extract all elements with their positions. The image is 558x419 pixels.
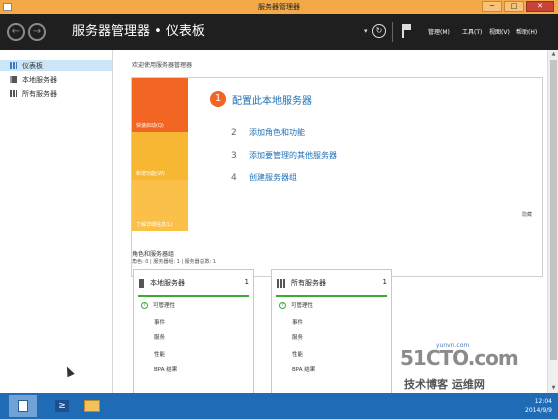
card-count: 1 bbox=[382, 278, 387, 286]
card-row-performance[interactable]: 性能 bbox=[154, 350, 165, 358]
step-configure-local-server[interactable]: 1 配置此本地服务器 bbox=[210, 91, 312, 107]
taskbar-clock[interactable]: 12:04 2014/9/9 bbox=[525, 397, 552, 415]
server-manager-icon bbox=[18, 400, 28, 412]
tile-label: 新增功能(W) bbox=[136, 171, 165, 177]
step-link[interactable]: 添加要管理的其他服务器 bbox=[249, 150, 337, 161]
step-link[interactable]: 配置此本地服务器 bbox=[232, 92, 312, 107]
menu-view[interactable]: 视图(V) bbox=[489, 27, 510, 36]
sidebar-item-dashboard[interactable]: 仪表板 bbox=[0, 60, 112, 71]
menu-help[interactable]: 帮助(H) bbox=[516, 27, 537, 36]
watermark-logo: 51CTO.com bbox=[400, 346, 519, 370]
window-title-bar[interactable]: 服务器管理器 ─ □ ✕ bbox=[0, 0, 558, 14]
card-all-servers[interactable]: 所有服务器 1 ↑ 可管理性 事件 服务 性能 BPA 结果 bbox=[271, 269, 392, 394]
header-divider bbox=[392, 22, 393, 42]
dashboard-icon bbox=[10, 62, 17, 69]
tile-quick-start[interactable]: 快速启动(Q) bbox=[132, 78, 188, 132]
welcome-heading: 欢迎使用服务器管理器 bbox=[132, 62, 193, 69]
page-title: 服务器管理器 • 仪表板 bbox=[72, 24, 205, 39]
tile-whats-new[interactable]: 新增功能(W) bbox=[132, 132, 188, 180]
card-title: 所有服务器 bbox=[291, 279, 326, 287]
sidebar-item-all-servers[interactable]: 所有服务器 bbox=[0, 88, 112, 99]
window-title: 服务器管理器 bbox=[258, 3, 300, 11]
forward-button[interactable]: → bbox=[28, 23, 46, 41]
step-number: 4 bbox=[231, 172, 237, 183]
maximize-button[interactable]: □ bbox=[504, 1, 524, 12]
taskbar: ≥ 12:04 2014/9/9 bbox=[0, 393, 558, 419]
watermark-site: yunvn.com bbox=[436, 342, 470, 349]
step-number: 3 bbox=[231, 150, 237, 161]
card-row-services[interactable]: 服务 bbox=[154, 333, 165, 341]
tile-label: 快速启动(Q) bbox=[136, 123, 164, 129]
card-row-label: 可管理性 bbox=[291, 303, 314, 309]
card-row-manageability[interactable]: ↑ 可管理性 bbox=[279, 301, 313, 309]
card-row-bpa[interactable]: BPA 结果 bbox=[292, 365, 315, 373]
scroll-up-icon[interactable]: ▲ bbox=[549, 50, 558, 59]
servers-icon bbox=[10, 90, 17, 97]
sidebar-item-label: 仪表板 bbox=[22, 61, 43, 70]
card-local-server[interactable]: 本地服务器 1 ↑ 可管理性 事件 服务 性能 BPA 结果 bbox=[133, 269, 254, 394]
folder-icon bbox=[84, 400, 100, 412]
step-number: 1 bbox=[210, 91, 226, 107]
step-add-roles[interactable]: 2 添加角色和功能 bbox=[231, 127, 305, 138]
close-button[interactable]: ✕ bbox=[526, 1, 554, 12]
status-bar bbox=[138, 295, 249, 297]
roles-section-title: 角色和服务器组 bbox=[132, 251, 175, 258]
taskbar-powershell-button[interactable]: ≥ bbox=[48, 395, 76, 417]
sidebar: 仪表板 本地服务器 所有服务器 bbox=[0, 50, 113, 393]
step-link[interactable]: 添加角色和功能 bbox=[249, 127, 305, 138]
quick-start-panel: 快速启动(Q) 新增功能(W) 了解详细信息(L) 1 配置此本地服务器 2 添… bbox=[131, 77, 543, 277]
card-header: 本地服务器 bbox=[139, 278, 185, 288]
watermark-slogan: 技术博客 运维网 bbox=[404, 378, 485, 391]
card-row-label: 可管理性 bbox=[153, 303, 176, 309]
taskbar-server-manager-button[interactable] bbox=[9, 395, 37, 417]
app-header: ← → 服务器管理器 • 仪表板 ▾ ↻ 管理(M) 工具(T) 视图(V) 帮… bbox=[0, 14, 558, 50]
step-add-servers[interactable]: 3 添加要管理的其他服务器 bbox=[231, 150, 337, 161]
step-create-group[interactable]: 4 创建服务器组 bbox=[231, 172, 297, 183]
sidebar-item-local-server[interactable]: 本地服务器 bbox=[0, 74, 112, 85]
menu-manage[interactable]: 管理(M) bbox=[428, 27, 450, 36]
servers-icon bbox=[277, 278, 285, 288]
card-header: 所有服务器 bbox=[277, 278, 326, 288]
scroll-thumb[interactable] bbox=[550, 60, 557, 360]
card-row-services[interactable]: 服务 bbox=[292, 333, 303, 341]
back-button[interactable]: ← bbox=[7, 23, 25, 41]
sidebar-item-label: 本地服务器 bbox=[22, 75, 57, 84]
window-controls: ─ □ ✕ bbox=[482, 1, 554, 12]
clock-time: 12:04 bbox=[534, 398, 552, 405]
tile-learn-more[interactable]: 了解详细信息(L) bbox=[132, 180, 188, 231]
clock-date: 2014/9/9 bbox=[525, 407, 552, 414]
notifications-flag-icon[interactable] bbox=[402, 24, 412, 38]
status-ok-icon: ↑ bbox=[279, 301, 286, 309]
card-count: 1 bbox=[244, 278, 249, 286]
sidebar-item-label: 所有服务器 bbox=[22, 89, 57, 98]
card-row-events[interactable]: 事件 bbox=[154, 318, 165, 326]
refresh-icon[interactable]: ↻ bbox=[372, 24, 386, 38]
card-row-performance[interactable]: 性能 bbox=[292, 350, 303, 358]
step-number: 2 bbox=[231, 127, 237, 138]
card-title: 本地服务器 bbox=[150, 279, 185, 287]
card-row-manageability[interactable]: ↑ 可管理性 bbox=[141, 301, 175, 309]
tile-label: 了解详细信息(L) bbox=[136, 222, 173, 228]
watermark: 51CTO.com yunvn.com 技术博客 运维网 bbox=[400, 340, 552, 396]
roles-summary: 角色: 0 | 服务器组: 1 | 服务器总数: 1 bbox=[132, 259, 217, 265]
card-row-bpa[interactable]: BPA 结果 bbox=[154, 365, 177, 373]
server-icon bbox=[139, 278, 144, 288]
hide-welcome-link[interactable]: 隐藏 bbox=[522, 211, 532, 218]
minimize-button[interactable]: ─ bbox=[482, 1, 502, 12]
status-bar bbox=[276, 295, 387, 297]
server-icon bbox=[10, 76, 17, 83]
menu-tools[interactable]: 工具(T) bbox=[462, 27, 482, 36]
card-row-events[interactable]: 事件 bbox=[292, 318, 303, 326]
powershell-icon: ≥ bbox=[55, 400, 69, 412]
taskbar-explorer-button[interactable] bbox=[78, 395, 106, 417]
status-ok-icon: ↑ bbox=[141, 301, 148, 309]
history-dropdown-icon[interactable]: ▾ bbox=[364, 27, 368, 35]
step-link[interactable]: 创建服务器组 bbox=[249, 172, 297, 183]
